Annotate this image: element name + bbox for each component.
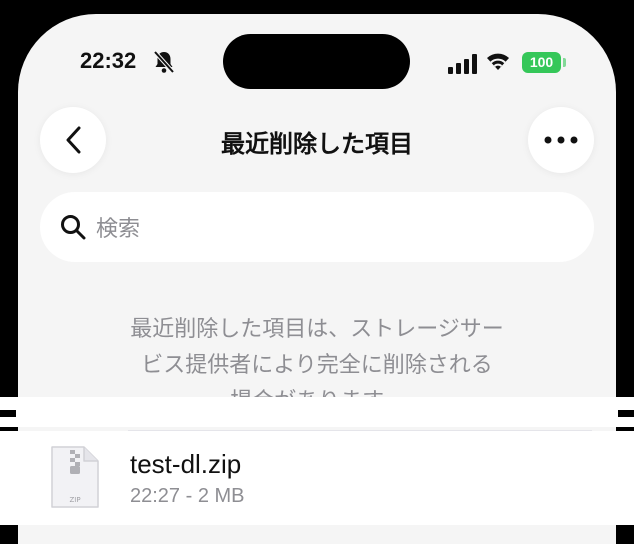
battery-tip bbox=[563, 58, 566, 67]
bell-slash-icon bbox=[153, 50, 175, 74]
ellipsis-icon bbox=[544, 136, 578, 144]
zip-file-icon: ZIP bbox=[51, 446, 99, 508]
dynamic-island bbox=[223, 34, 410, 89]
zip-icon-label: ZIP bbox=[69, 496, 80, 504]
page-title: 最近削除した項目 bbox=[221, 130, 413, 158]
search-placeholder: 検索 bbox=[96, 217, 141, 242]
info-line: ビス提供者により完全に削除される bbox=[141, 353, 493, 378]
info-line: 最近削除した項目は、ストレージサー bbox=[130, 317, 504, 342]
battery-indicator: 100 bbox=[522, 52, 561, 73]
separator-edge-left bbox=[0, 410, 16, 417]
more-button[interactable] bbox=[528, 107, 594, 173]
file-name: test-dl.zip bbox=[130, 449, 242, 479]
status-time: 22:32 bbox=[80, 48, 137, 73]
search-icon bbox=[61, 215, 86, 240]
search-input[interactable]: 検索 bbox=[40, 192, 594, 262]
wifi-icon bbox=[487, 53, 509, 70]
cellular-signal-icon bbox=[448, 54, 477, 74]
file-meta: 22:27 - 2 MB bbox=[130, 485, 245, 507]
section-separator bbox=[0, 397, 634, 427]
separator-edge-right bbox=[618, 410, 634, 417]
list-item[interactable]: ZIP test-dl.zip 22:27 - 2 MB bbox=[0, 431, 634, 525]
